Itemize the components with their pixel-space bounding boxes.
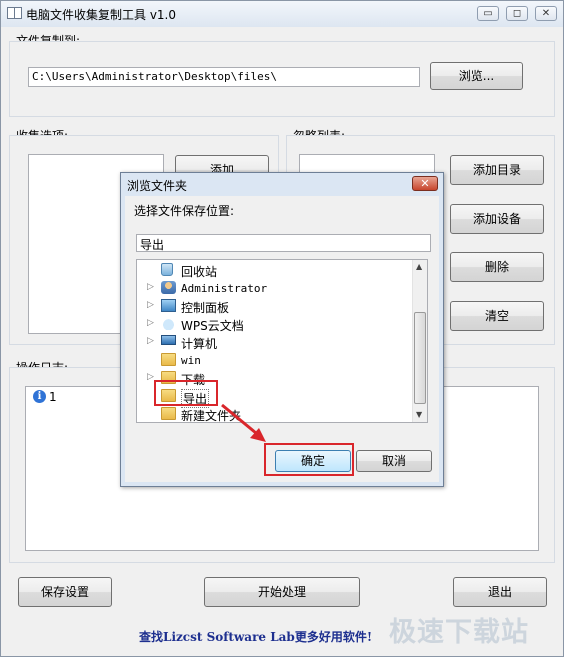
annotation-arrow-icon (221, 403, 266, 442)
